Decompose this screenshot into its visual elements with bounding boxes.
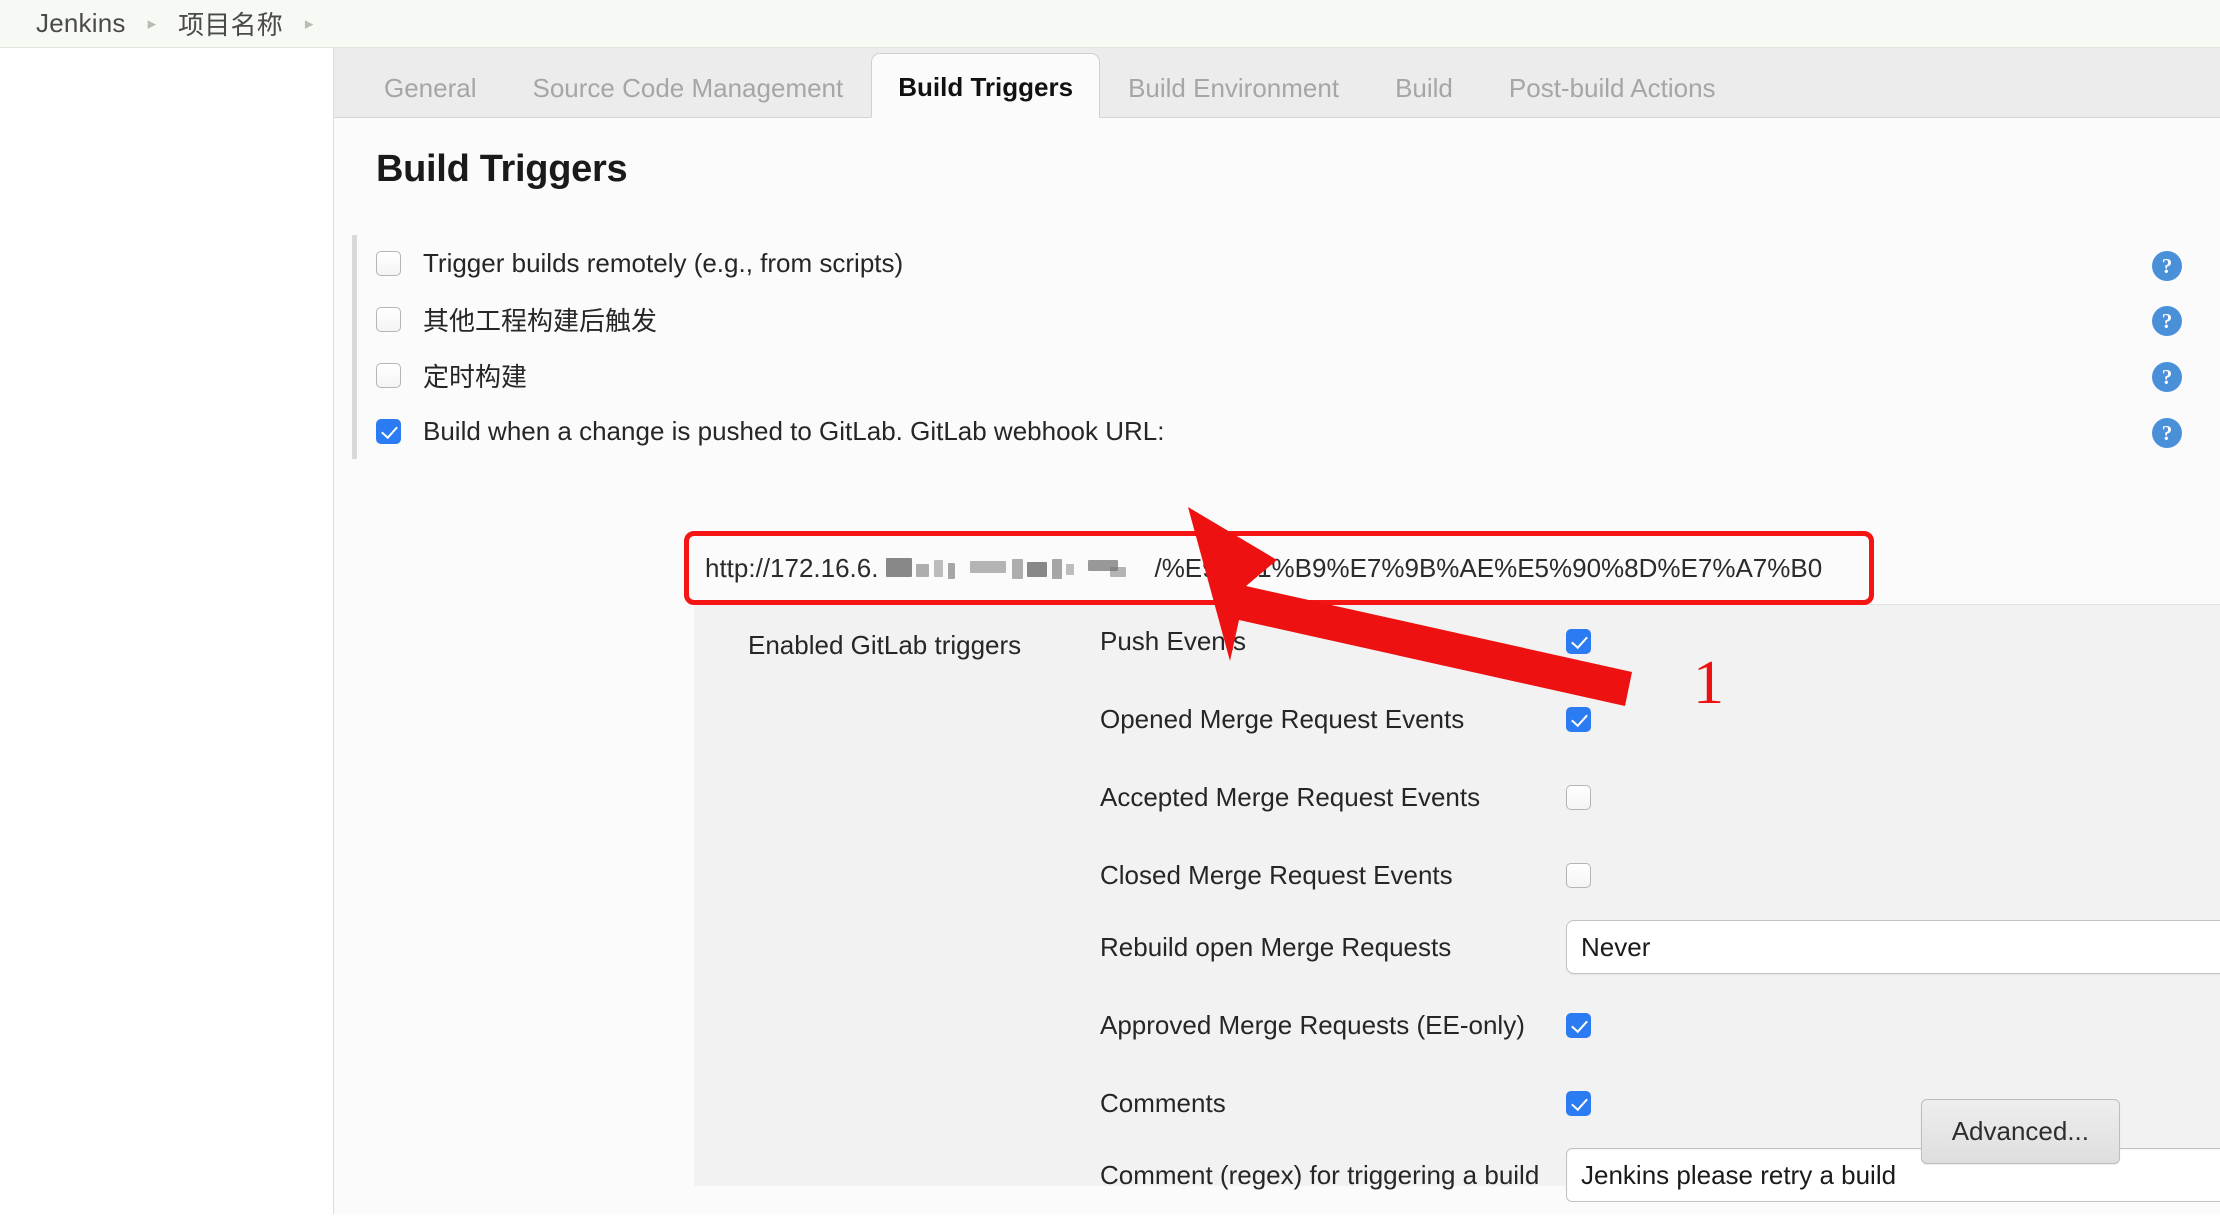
control-rebuild-open-merge-requests: Never bbox=[1566, 920, 2220, 974]
help-icon-after-other-projects[interactable]: ? bbox=[2152, 306, 2182, 336]
help-icon-trigger-remotely[interactable]: ? bbox=[2152, 251, 2182, 281]
label-comment-regex: Comment (regex) for triggering a build bbox=[1100, 1159, 1540, 1190]
advanced-button[interactable]: Advanced... bbox=[1920, 1099, 2120, 1164]
config-tab-bar: General Source Code Management Build Tri… bbox=[334, 48, 2220, 118]
trigger-row-scheduled-build[interactable]: 定时构建 ? bbox=[376, 347, 2220, 403]
row-rebuild-open-merge-requests: Rebuild open Merge Requests Never bbox=[1100, 920, 2220, 974]
webhook-url-redacted-region bbox=[882, 555, 1150, 581]
trigger-checkbox-group: Trigger builds remotely (e.g., from scri… bbox=[352, 235, 2220, 459]
help-icon-gitlab-webhook[interactable]: ? bbox=[2152, 418, 2182, 448]
page-title: Build Triggers bbox=[376, 148, 628, 190]
tab-build-environment[interactable]: Build Environment bbox=[1100, 75, 1367, 117]
control-comments bbox=[1566, 1090, 1591, 1116]
trigger-row-after-other-projects[interactable]: 其他工程构建后触发 ? bbox=[376, 291, 2220, 347]
label-approved-merge-requests: Approved Merge Requests (EE-only) bbox=[1100, 1009, 1525, 1040]
trigger-label-scheduled-build: 定时构建 bbox=[423, 361, 528, 392]
webhook-url-suffix: /%E9%A1%B9%E7%9B%AE%E5%90%8D%E7%A7%B0 bbox=[1154, 552, 1823, 583]
main-column: General Source Code Management Build Tri… bbox=[334, 48, 2220, 1214]
webhook-url-prefix: http://172.16.6. bbox=[705, 552, 879, 583]
select-rebuild-open-merge-requests[interactable]: Never bbox=[1566, 920, 2220, 974]
control-accepted-merge-request-events bbox=[1566, 784, 1591, 810]
checkbox-after-other-projects[interactable] bbox=[376, 306, 401, 332]
page-body: General Source Code Management Build Tri… bbox=[0, 48, 2220, 1214]
trigger-label-remotely: Trigger builds remotely (e.g., from scri… bbox=[423, 247, 904, 278]
row-opened-merge-request-events: Opened Merge Request Events bbox=[1100, 699, 2220, 739]
help-icon-scheduled-build[interactable]: ? bbox=[2152, 362, 2182, 392]
trigger-label-gitlab-webhook: Build when a change is pushed to GitLab.… bbox=[423, 415, 1165, 446]
label-rebuild-open-merge-requests: Rebuild open Merge Requests bbox=[1100, 931, 1452, 962]
breadcrumb: Jenkins 项目名称 bbox=[0, 0, 2220, 48]
checkbox-accepted-merge-request-events[interactable] bbox=[1566, 784, 1591, 810]
checkbox-gitlab-webhook[interactable] bbox=[376, 418, 401, 444]
select-rebuild-value: Never bbox=[1581, 931, 1651, 962]
webhook-url-field[interactable]: http://172.16.6. /%E9%A1%B9%E7%9B%AE%E5%… bbox=[689, 536, 1869, 600]
checkbox-comments[interactable] bbox=[1566, 1090, 1591, 1116]
checkbox-push-events[interactable] bbox=[1566, 628, 1591, 654]
build-triggers-form: Build Triggers Trigger builds remotely (… bbox=[334, 118, 2220, 1214]
row-closed-merge-request-events: Closed Merge Request Events bbox=[1100, 855, 2220, 895]
tab-source-code-management[interactable]: Source Code Management bbox=[505, 75, 872, 117]
tab-general[interactable]: General bbox=[356, 75, 505, 117]
webhook-url-highlight: http://172.16.6. /%E9%A1%B9%E7%9B%AE%E5%… bbox=[684, 531, 1874, 605]
trigger-label-after-other-projects: 其他工程构建后触发 bbox=[423, 305, 658, 336]
checkbox-closed-merge-request-events[interactable] bbox=[1566, 862, 1591, 888]
tab-post-build-actions[interactable]: Post-build Actions bbox=[1481, 75, 1744, 117]
checkbox-opened-merge-request-events[interactable] bbox=[1566, 706, 1591, 732]
row-accepted-merge-request-events: Accepted Merge Request Events bbox=[1100, 777, 2220, 817]
label-closed-merge-request-events: Closed Merge Request Events bbox=[1100, 859, 1453, 890]
row-push-events: Push Events bbox=[1100, 621, 2220, 661]
trigger-row-remote[interactable]: Trigger builds remotely (e.g., from scri… bbox=[376, 235, 2220, 291]
label-comments: Comments bbox=[1100, 1087, 1226, 1118]
label-push-events: Push Events bbox=[1100, 625, 1246, 656]
gitlab-triggers-panel: Enabled GitLab triggers Push Events Open… bbox=[694, 604, 2220, 1202]
tab-build-triggers[interactable]: Build Triggers bbox=[871, 53, 1101, 118]
breadcrumb-dropdown-icon[interactable] bbox=[305, 15, 314, 32]
control-opened-merge-request-events bbox=[1566, 706, 1591, 732]
input-comment-regex[interactable]: Jenkins please retry a build bbox=[1566, 1148, 2220, 1202]
gitlab-section-label: Enabled GitLab triggers bbox=[748, 630, 1022, 660]
control-closed-merge-request-events bbox=[1566, 862, 1591, 888]
side-panel bbox=[0, 48, 334, 1214]
checkbox-approved-merge-requests[interactable] bbox=[1566, 1012, 1591, 1038]
tab-build[interactable]: Build bbox=[1367, 75, 1481, 117]
control-push-events bbox=[1566, 628, 1591, 654]
control-approved-merge-requests bbox=[1566, 1012, 1591, 1038]
label-opened-merge-request-events: Opened Merge Request Events bbox=[1100, 703, 1465, 734]
trigger-row-gitlab-webhook[interactable]: Build when a change is pushed to GitLab.… bbox=[376, 403, 2220, 459]
label-accepted-merge-request-events: Accepted Merge Request Events bbox=[1100, 781, 1481, 812]
breadcrumb-item-jenkins[interactable]: Jenkins bbox=[36, 8, 126, 39]
breadcrumb-separator-icon bbox=[148, 15, 157, 32]
checkbox-trigger-remotely[interactable] bbox=[376, 250, 401, 276]
control-comment-regex: Jenkins please retry a build ? bbox=[1566, 1148, 2220, 1202]
checkbox-scheduled-build[interactable] bbox=[376, 362, 401, 388]
breadcrumb-item-project[interactable]: 项目名称 bbox=[178, 5, 283, 42]
row-approved-merge-requests: Approved Merge Requests (EE-only) bbox=[1100, 1005, 2220, 1045]
